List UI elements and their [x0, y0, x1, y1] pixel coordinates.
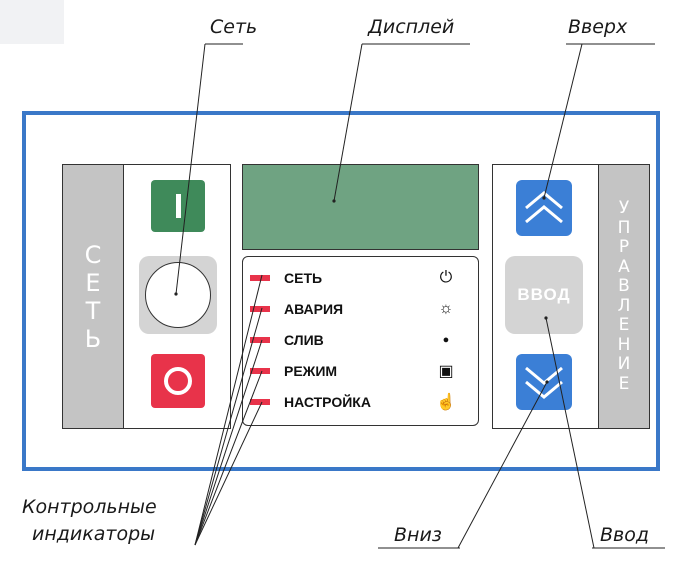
leader-lines	[174, 43, 665, 549]
callout-enter: Ввод	[600, 524, 649, 546]
callout-down: Вниз	[394, 524, 442, 546]
callout-indicators-line2: индикаторы	[32, 523, 156, 545]
callout-indicators-line1: Контрольные	[22, 496, 157, 518]
